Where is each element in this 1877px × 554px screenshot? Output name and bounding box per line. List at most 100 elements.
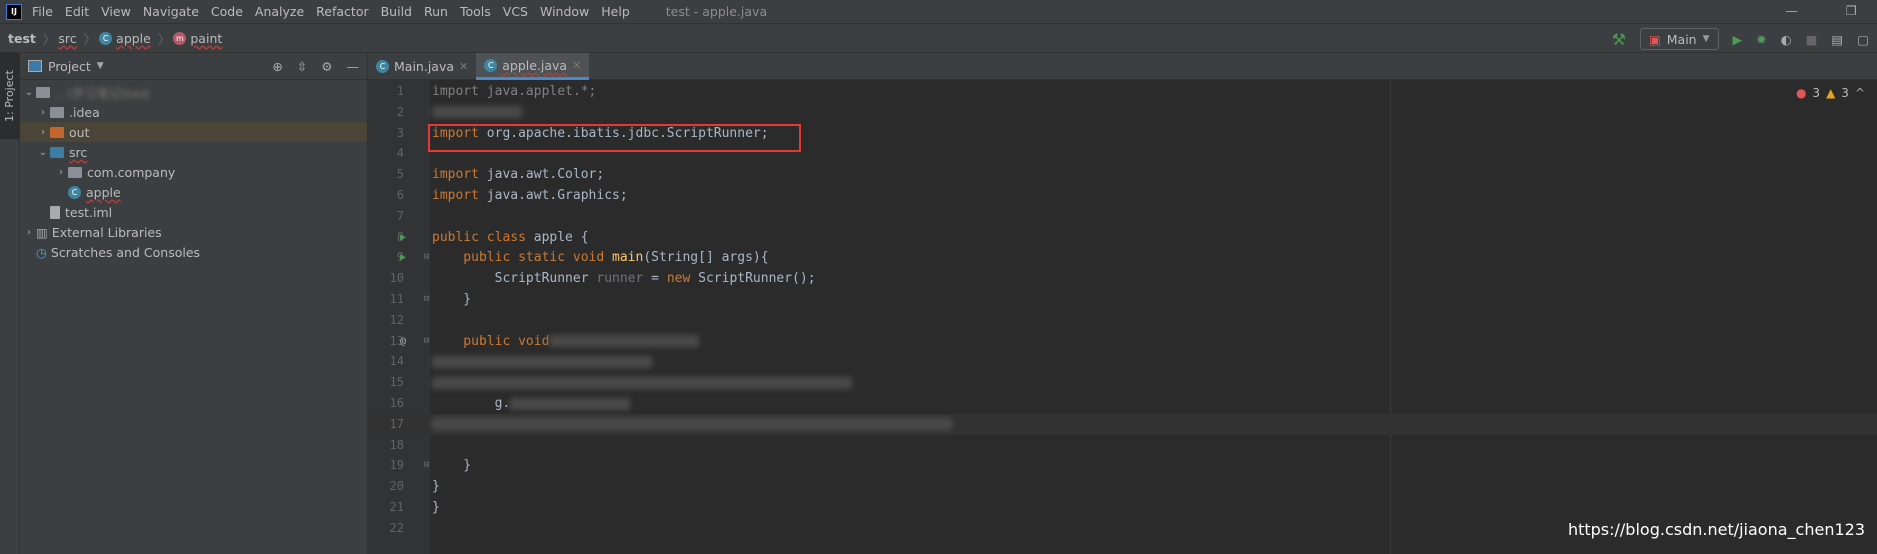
- run-config-label: Main: [1666, 31, 1697, 47]
- line-number: 7: [396, 208, 404, 223]
- code-line[interactable]: 16 g.: [368, 393, 1877, 414]
- run-icon[interactable]: ▶: [1733, 32, 1743, 47]
- run-gutter-icon[interactable]: ▶: [400, 227, 406, 248]
- package-icon: [68, 166, 82, 178]
- code-line[interactable]: 6 import java.awt.Graphics;: [368, 185, 1877, 206]
- close-icon[interactable]: ✕: [572, 59, 581, 72]
- menu-run[interactable]: Run: [424, 4, 448, 19]
- override-marker-icon[interactable]: @: [400, 331, 406, 352]
- menu-edit[interactable]: Edit: [65, 4, 89, 19]
- breadcrumb-src[interactable]: src: [58, 31, 76, 46]
- chevron-down-icon: ▼: [1702, 34, 1710, 44]
- tree-item-out[interactable]: › out: [20, 122, 367, 142]
- tree-item-scratches[interactable]: ◷ Scratches and Consoles: [20, 242, 367, 262]
- minimize-icon[interactable]: —: [1785, 3, 1798, 18]
- tree-item-root[interactable]: ⌄ …\学习笔记\test: [20, 82, 367, 102]
- menu-vcs[interactable]: VCS: [503, 4, 528, 19]
- run-config-dropdown[interactable]: ▣ Main ▼: [1639, 28, 1719, 50]
- redacted-code: [432, 418, 952, 431]
- fold-icon[interactable]: ⊟: [424, 455, 429, 476]
- hide-icon[interactable]: —: [347, 59, 360, 74]
- code-text: import java.awt.Graphics;: [432, 185, 628, 206]
- code-line[interactable]: 17: [368, 413, 1877, 435]
- locate-icon[interactable]: ⊕: [272, 59, 282, 74]
- line-number: 6: [396, 188, 404, 202]
- code-line[interactable]: 2: [368, 102, 1877, 123]
- menu-refactor[interactable]: Refactor: [316, 4, 368, 19]
- project-tool-tab[interactable]: 1: Project: [0, 53, 20, 139]
- breadcrumb-test[interactable]: test: [8, 31, 36, 46]
- tab-apple-java[interactable]: Capple.java ✕: [476, 53, 590, 80]
- coverage-icon[interactable]: ◐: [1781, 32, 1792, 47]
- code-line[interactable]: 11 ⊟ }: [368, 289, 1877, 310]
- tree-item-apple[interactable]: Capple: [20, 182, 367, 202]
- menu-code[interactable]: Code: [211, 4, 243, 19]
- fold-icon[interactable]: ⊟: [424, 247, 429, 268]
- line-number: 19: [389, 458, 404, 473]
- code-line[interactable]: 14: [368, 351, 1877, 372]
- code-token: }: [432, 500, 440, 515]
- chevron-right-icon: ›: [27, 226, 31, 238]
- code-line[interactable]: 12: [368, 310, 1877, 331]
- tree-label: .idea: [69, 104, 100, 120]
- code-line[interactable]: 8 ▶ public class apple {: [368, 227, 1877, 248]
- code-line[interactable]: 19 ⊟ }: [368, 455, 1877, 476]
- tree-item-external-libraries[interactable]: › ▥ External Libraries: [20, 222, 367, 242]
- code-line[interactable]: 10 ScriptRunner runner = new ScriptRunne…: [368, 268, 1877, 289]
- line-number: 22: [389, 520, 404, 535]
- tab-main-java[interactable]: C Main.java ✕: [368, 53, 476, 80]
- code-line[interactable]: 5 import java.awt.Color;: [368, 164, 1877, 185]
- build-hammer-icon[interactable]: ⚒: [1612, 30, 1626, 49]
- redacted-code: [510, 397, 631, 410]
- code-line[interactable]: 18: [368, 435, 1877, 456]
- collapse-all-icon[interactable]: ⇳: [297, 59, 307, 74]
- chevron-down-icon[interactable]: ▼: [97, 61, 104, 71]
- fold-icon[interactable]: ⊟: [424, 289, 429, 310]
- code-text: [432, 102, 522, 123]
- code-line[interactable]: 20}: [368, 476, 1877, 497]
- code-line[interactable]: 1 import java.applet.*;: [368, 81, 1877, 102]
- menu-tools[interactable]: Tools: [460, 4, 491, 19]
- breadcrumb-apple[interactable]: Capple: [99, 31, 151, 46]
- code-line[interactable]: 7: [368, 206, 1877, 227]
- menu-file[interactable]: File: [32, 4, 53, 19]
- menu-view[interactable]: View: [101, 4, 131, 19]
- tree-label: External Libraries: [51, 224, 162, 240]
- code-text: }: [432, 289, 471, 310]
- layout-icon[interactable]: ▢: [1857, 32, 1869, 47]
- menu-help[interactable]: Help: [601, 4, 630, 19]
- breadcrumb-paint[interactable]: m paint: [173, 31, 222, 46]
- menu-analyze[interactable]: Analyze: [255, 4, 304, 19]
- tree-item-test-iml[interactable]: test.iml: [20, 202, 367, 222]
- tree-item-src[interactable]: ⌄ src: [20, 142, 367, 162]
- code-token: ScriptRunner: [432, 271, 597, 287]
- gear-icon[interactable]: ⚙: [321, 59, 332, 74]
- fold-icon[interactable]: ⊟: [424, 331, 429, 352]
- menu-navigate[interactable]: Navigate: [143, 4, 199, 19]
- line-number: 5: [396, 167, 404, 182]
- tree-item-com-company[interactable]: › com.company: [20, 162, 367, 182]
- breadcrumb-label: test: [8, 30, 36, 46]
- code-token: java.awt.Color;: [478, 167, 605, 183]
- restore-icon[interactable]: ❐: [1846, 3, 1857, 18]
- debug-bug-icon[interactable]: ✹: [1756, 32, 1766, 47]
- close-icon[interactable]: ✕: [459, 60, 468, 73]
- line-number: 12: [389, 312, 404, 327]
- class-icon: C: [68, 185, 81, 199]
- line-number: 16: [389, 396, 404, 410]
- menu-window[interactable]: Window: [540, 4, 589, 19]
- project-view-selector[interactable]: Project: [48, 59, 91, 74]
- tree-item-idea[interactable]: › .idea: [20, 102, 367, 122]
- run-gutter-icon[interactable]: ▶: [400, 247, 406, 268]
- stop-icon[interactable]: ■: [1806, 32, 1818, 47]
- code-line[interactable]: 15: [368, 372, 1877, 393]
- project-structure-icon[interactable]: ▤: [1831, 32, 1843, 47]
- code-line[interactable]: 21}: [368, 497, 1877, 518]
- breadcrumb: test 〉 src 〉 Capple 〉 m paint: [0, 24, 1877, 53]
- class-icon: C: [376, 60, 389, 73]
- code-token: (String[] args){: [643, 250, 769, 266]
- menu-build[interactable]: Build: [381, 4, 412, 19]
- run-toolbar: ⚒ ▣ Main ▼ ▶ ✹ ◐ ■ ▤ ▢: [1612, 28, 1869, 50]
- code-line[interactable]: 9 ▶ ⊟ public static void main(String[] arg…: [368, 247, 1877, 268]
- code-line[interactable]: 13 @ ⊟ public void: [368, 331, 1877, 352]
